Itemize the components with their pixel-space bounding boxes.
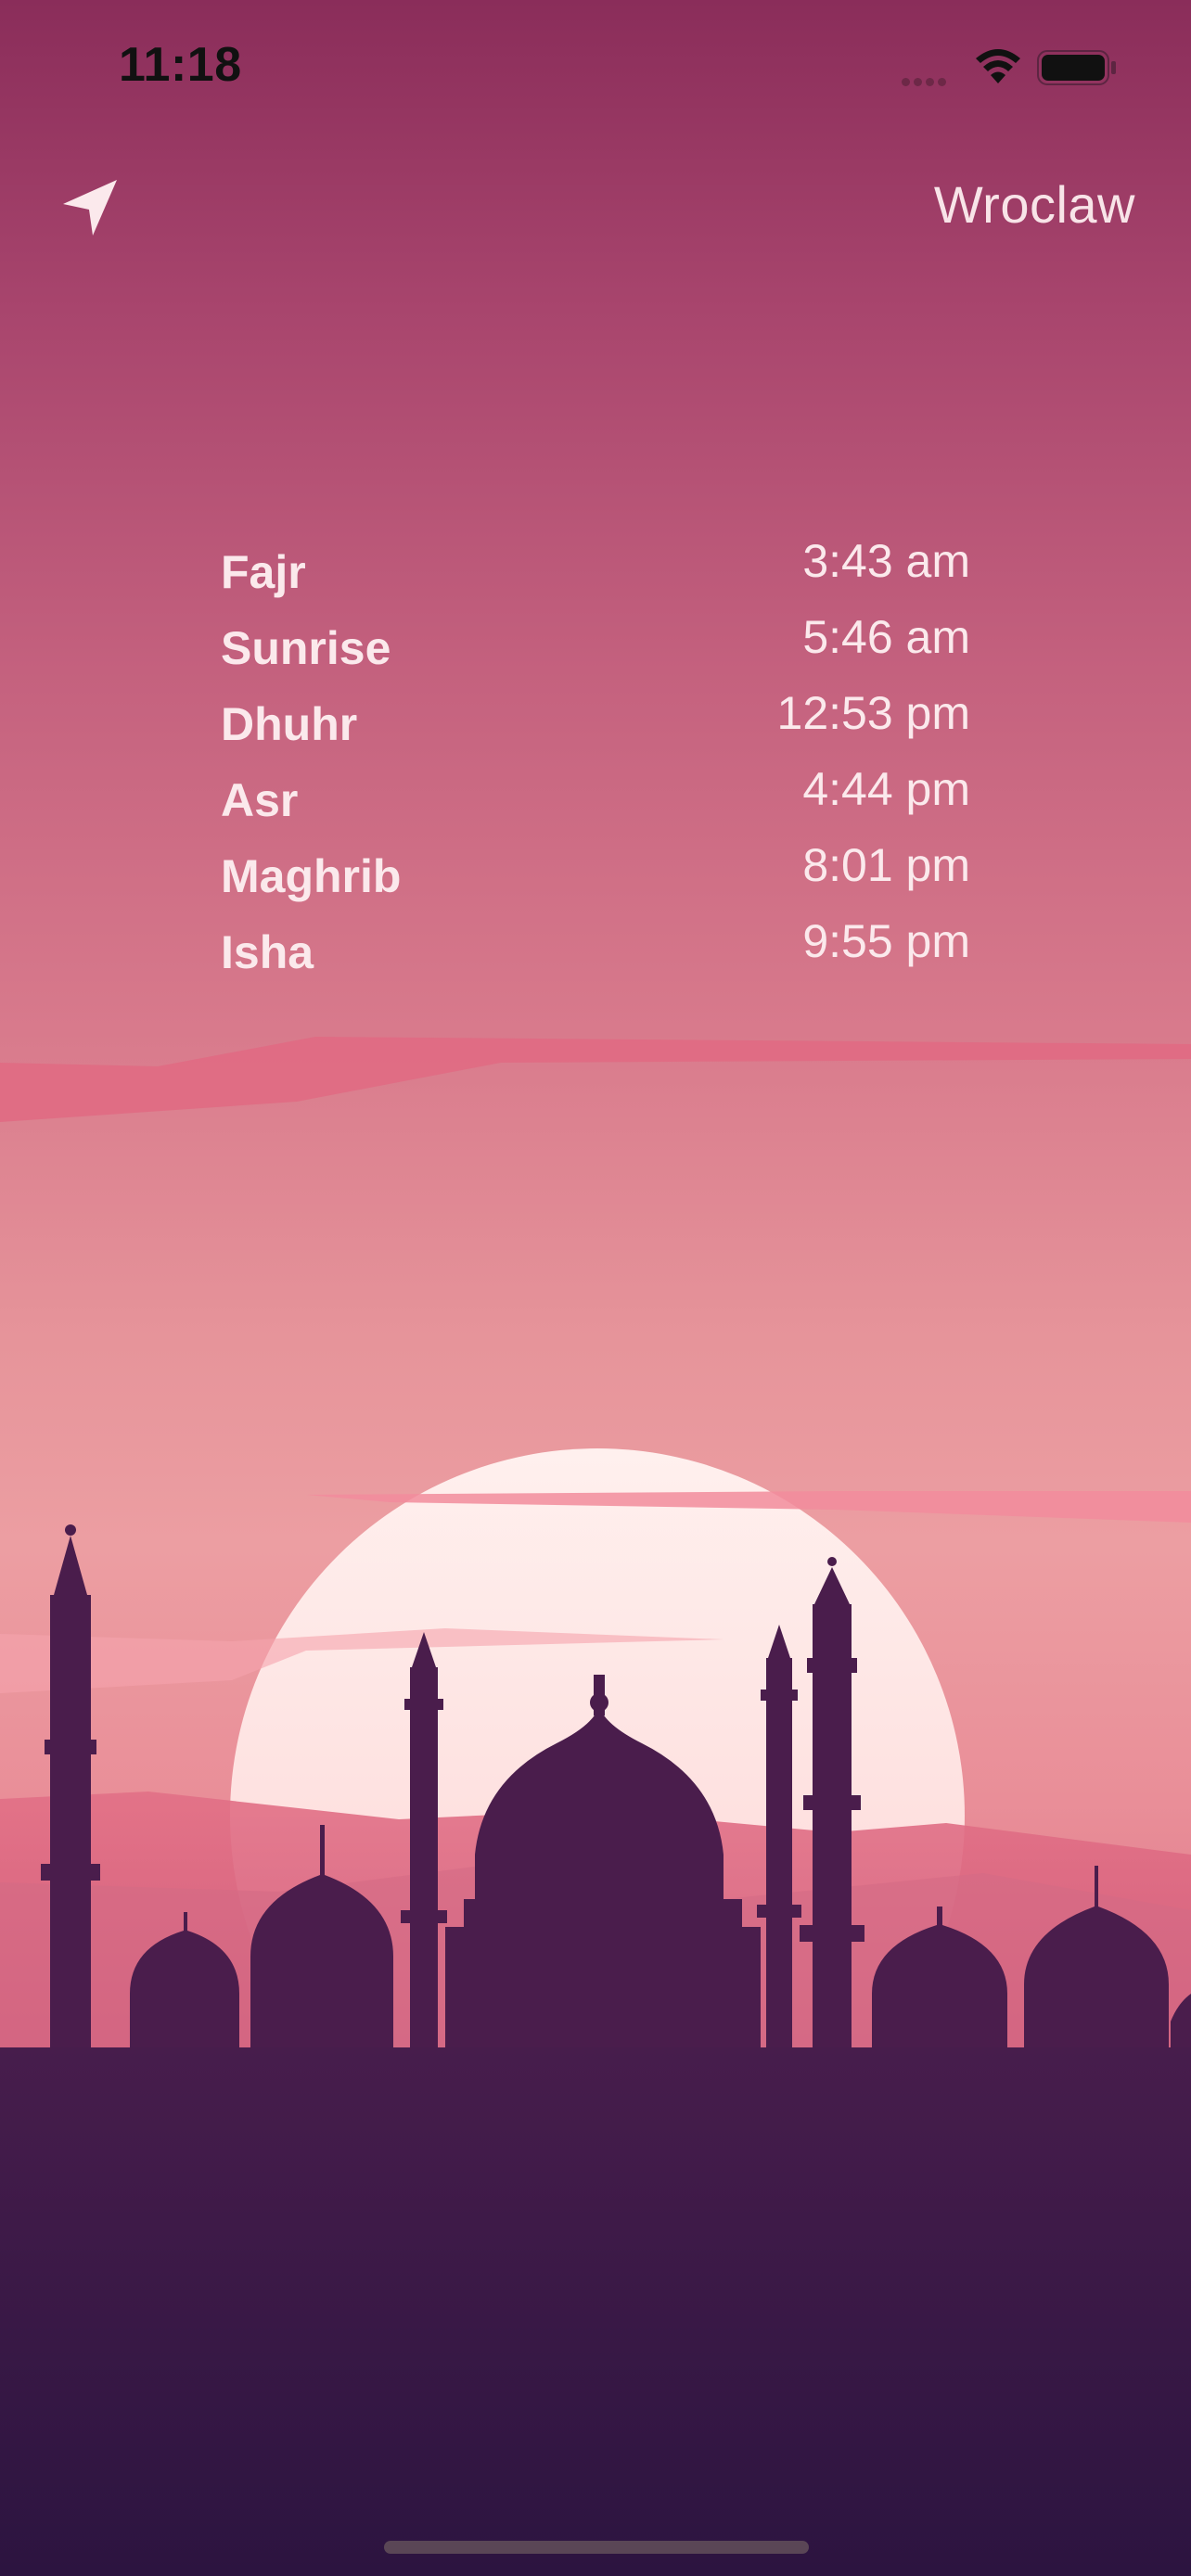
- prayer-name: Isha: [221, 926, 314, 978]
- prayer-time: 9:55 pm: [802, 915, 970, 967]
- prayer-row-sunrise: Sunrise 5:46 am: [221, 611, 970, 692]
- prayer-row-maghrib: Maghrib 8:01 pm: [221, 839, 970, 920]
- prayer-times-list: Fajr 3:43 am Sunrise 5:46 am Dhuhr 12:53…: [221, 535, 970, 996]
- location-arrow-icon: [63, 180, 117, 236]
- prayer-name: Fajr: [221, 546, 306, 598]
- status-bar: 11:18: [0, 0, 1191, 139]
- prayer-name: Sunrise: [221, 622, 391, 674]
- location-button[interactable]: [56, 172, 126, 243]
- home-indicator[interactable]: [384, 2541, 809, 2554]
- cellular-signal-icon: [902, 74, 950, 91]
- cloud-streak-upper: [0, 1037, 1191, 1122]
- prayer-row-asr: Asr 4:44 pm: [221, 763, 970, 844]
- city-name[interactable]: Wroclaw: [934, 174, 1135, 235]
- prayer-row-dhuhr: Dhuhr 12:53 pm: [221, 687, 970, 768]
- status-time: 11:18: [119, 38, 242, 92]
- prayer-times-screen: 11:18 Wroclaw Fajr 3:43 am Sunrise 5:46 …: [0, 0, 1191, 2576]
- prayer-name: Maghrib: [221, 850, 402, 902]
- prayer-time: 12:53 pm: [776, 687, 970, 739]
- wifi-icon: [976, 49, 1020, 83]
- prayer-name: Dhuhr: [221, 698, 358, 750]
- prayer-time: 3:43 am: [802, 535, 970, 587]
- prayer-time: 4:44 pm: [802, 763, 970, 815]
- mosque-sunset-illustration: [0, 1037, 1191, 2576]
- prayer-time: 8:01 pm: [802, 839, 970, 891]
- prayer-row-isha: Isha 9:55 pm: [221, 915, 970, 996]
- prayer-name: Asr: [221, 774, 299, 826]
- prayer-time: 5:46 am: [802, 611, 970, 663]
- ground: [0, 2047, 1191, 2576]
- prayer-row-fajr: Fajr 3:43 am: [221, 535, 970, 616]
- battery-icon: [1037, 50, 1116, 85]
